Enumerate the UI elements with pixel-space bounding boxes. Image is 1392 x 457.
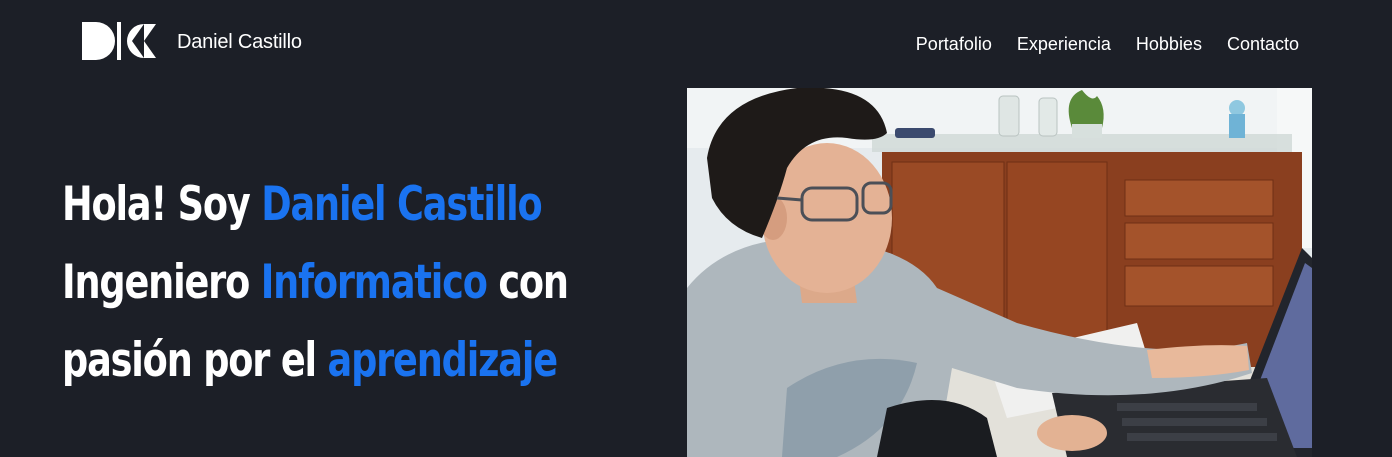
nav-portafolio[interactable]: Portafolio xyxy=(916,32,992,56)
hero-text: pasión por el xyxy=(62,333,328,388)
brand-name[interactable]: Daniel Castillo xyxy=(177,29,302,55)
hero-text: con xyxy=(486,255,569,310)
dc-logo-icon[interactable] xyxy=(82,22,158,60)
profile-photo-illustration xyxy=(687,88,1312,457)
hero-highlight-role: Informatico xyxy=(260,255,488,310)
nav-contacto[interactable]: Contacto xyxy=(1227,32,1299,56)
hero-highlight-passion: aprendizaje xyxy=(327,333,559,388)
hero-text: Ingeniero xyxy=(62,255,261,310)
hero-title: Hola! Soy Daniel Castillo Ingeniero Info… xyxy=(62,166,569,400)
profile-photo xyxy=(687,88,1312,457)
hero-line-1: Hola! Soy Daniel Castillo xyxy=(62,166,568,244)
nav-hobbies[interactable]: Hobbies xyxy=(1136,32,1202,56)
nav-experiencia[interactable]: Experiencia xyxy=(1017,32,1111,56)
hero-line-2: Ingeniero Informatico con xyxy=(62,244,569,322)
page: Daniel Castillo Portafolio Experiencia H… xyxy=(0,0,1392,457)
hero-text: Hola! Soy xyxy=(62,177,262,232)
main-nav: Portafolio Experiencia Hobbies Contacto xyxy=(916,32,1299,56)
hero-highlight-name: Daniel Castillo xyxy=(261,177,543,232)
hero-line-3: pasión por el aprendizaje xyxy=(62,322,568,400)
